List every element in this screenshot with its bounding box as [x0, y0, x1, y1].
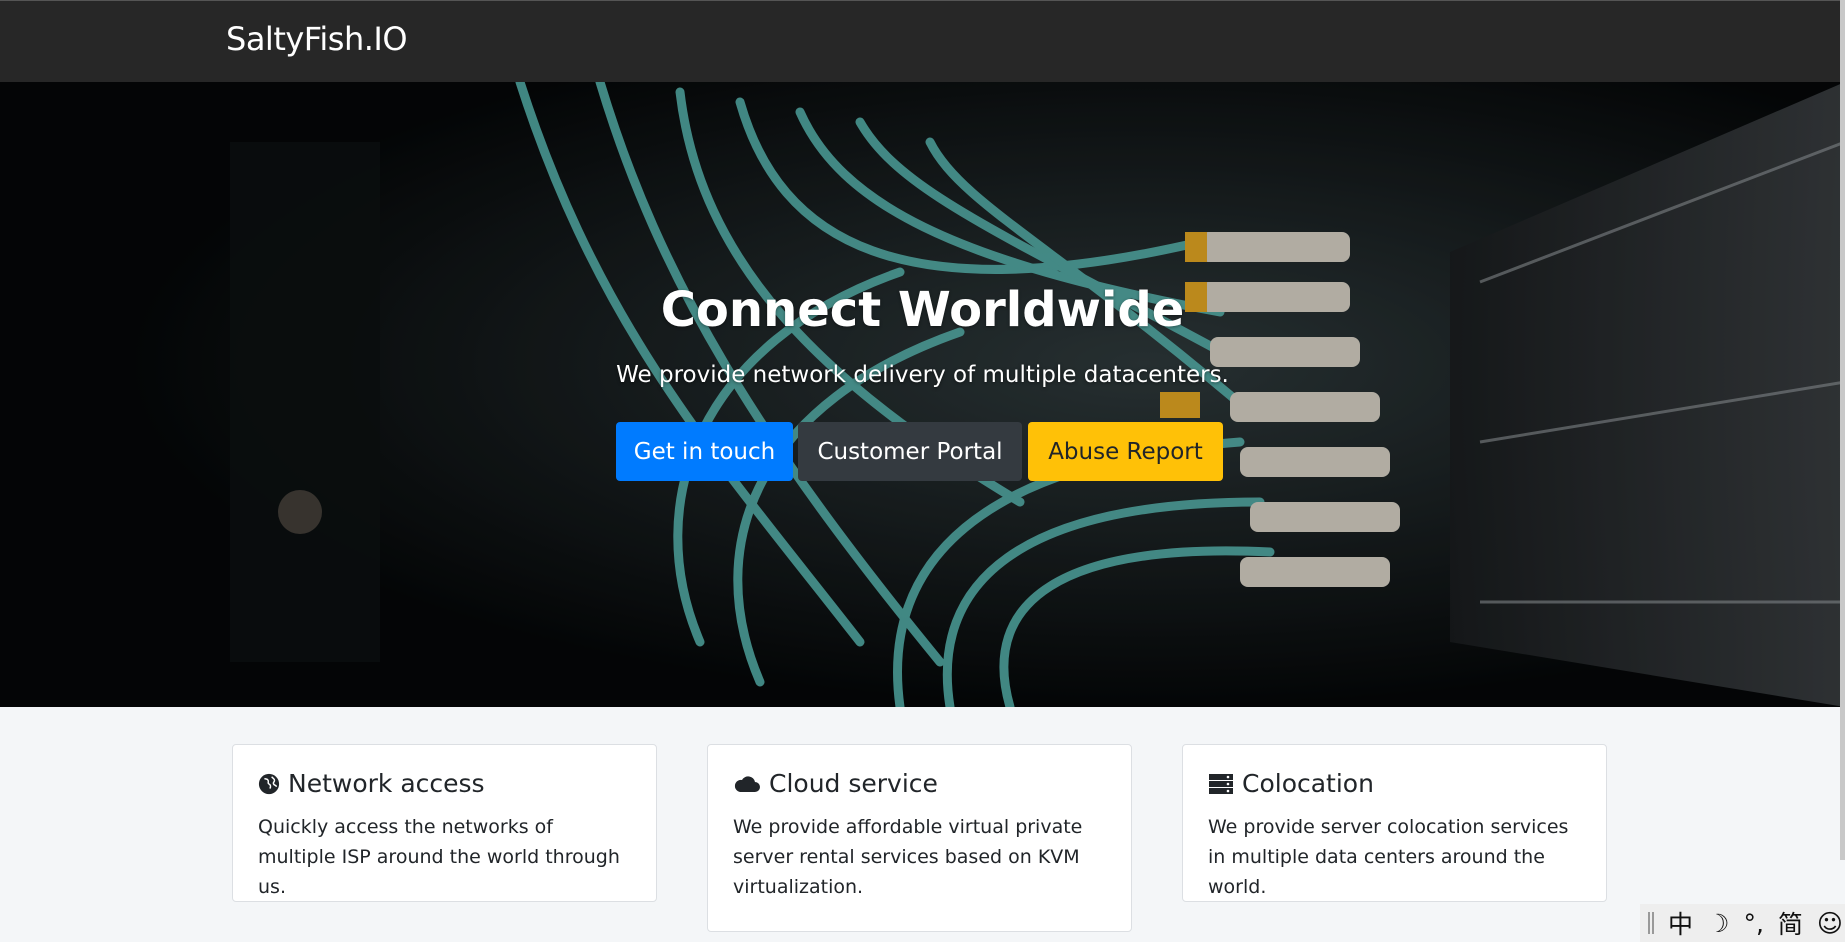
brand-logo[interactable]: SaltyFish.IO: [226, 20, 408, 58]
page: SaltyFish.IO Connect Worldwide We provid…: [0, 0, 1845, 942]
ime-simplified[interactable]: 简: [1778, 905, 1803, 941]
cloud-icon: [734, 775, 760, 792]
feature-title: Colocation: [1242, 769, 1374, 798]
ime-emoji-icon[interactable]: ☺: [1817, 909, 1843, 938]
feature-card-cloud: Cloud service We provide affordable virt…: [707, 744, 1132, 932]
ime-toolbar: 中 ☽ °, 简 ☺: [1640, 904, 1845, 942]
abuse-report-button[interactable]: Abuse Report: [1028, 422, 1223, 481]
feature-card-network: Network access Quickly access the networ…: [232, 744, 657, 902]
server-icon: [1209, 773, 1233, 794]
globe-icon: [258, 773, 280, 794]
feature-text: Quickly access the networks of multiple …: [258, 816, 620, 898]
feature-title: Cloud service: [769, 769, 938, 798]
ime-chinese-mode[interactable]: 中: [1668, 905, 1693, 941]
ime-punctuation[interactable]: °,: [1743, 909, 1763, 938]
hero-banner: Connect Worldwide We provide network del…: [0, 82, 1845, 707]
ime-drag-handle[interactable]: [1648, 912, 1654, 934]
feature-card-colocation: Colocation We provide server colocation …: [1182, 744, 1607, 902]
hero-subtitle: We provide network delivery of multiple …: [616, 362, 1229, 388]
get-in-touch-button[interactable]: Get in touch: [616, 422, 793, 481]
customer-portal-button[interactable]: Customer Portal: [798, 422, 1022, 481]
feature-title: Network access: [288, 769, 485, 798]
hero-title: Connect Worldwide: [660, 282, 1185, 338]
feature-text: We provide server colocation services in…: [1208, 816, 1569, 898]
scrollbar[interactable]: [1840, 0, 1845, 860]
navbar: SaltyFish.IO: [0, 0, 1845, 82]
ime-moon-icon[interactable]: ☽: [1707, 909, 1729, 938]
hero-background-image: [0, 82, 1845, 707]
feature-text: We provide affordable virtual private se…: [733, 816, 1083, 898]
